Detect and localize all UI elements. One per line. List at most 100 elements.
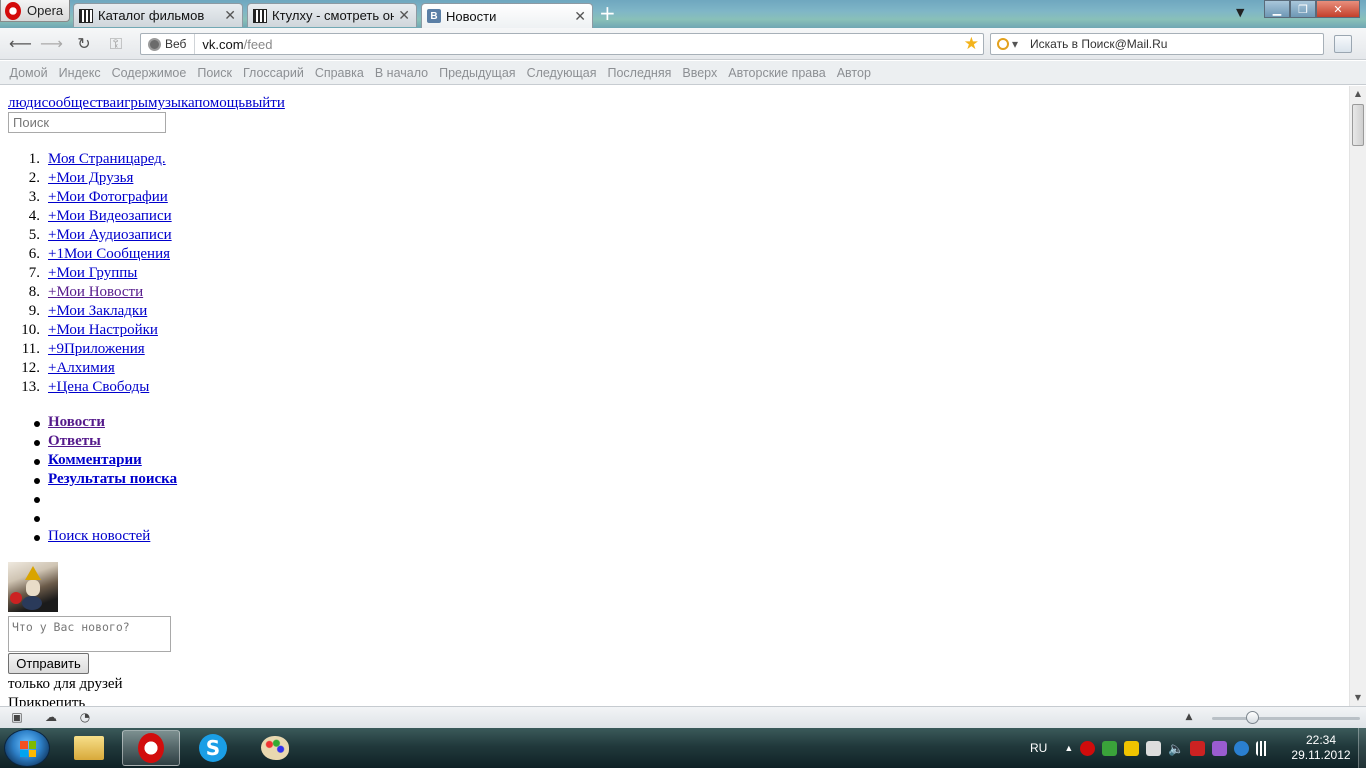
forward-button[interactable]: ⟶	[40, 34, 63, 54]
search-engine-field[interactable]: ▾ Искать в Поиск@Mail.Ru	[990, 33, 1324, 55]
link-help[interactable]: Справка	[309, 66, 369, 80]
network-globe-tray-icon[interactable]	[1234, 740, 1250, 756]
panel-toggle-icon[interactable]: ▣	[9, 711, 25, 724]
clock[interactable]: 22:34 29.11.2012	[1284, 733, 1358, 763]
taskbar-opera[interactable]	[122, 730, 180, 766]
link-author[interactable]: Автор	[831, 66, 876, 80]
taskbar-paint[interactable]	[246, 730, 304, 766]
tab-list-chevron-icon[interactable]: ▼	[1236, 6, 1244, 19]
menu-link-groups[interactable]: +Мои Группы	[48, 265, 137, 282]
top-navigation-links[interactable]: людисообществаигрымузыкапомощьвыйти	[8, 95, 285, 112]
close-window-button[interactable]: ✕	[1316, 0, 1360, 18]
feed-tab-comments[interactable]: Комментарии	[48, 452, 142, 469]
close-tab-icon[interactable]: ✕	[574, 8, 586, 25]
app-tray-icon[interactable]	[1212, 740, 1228, 756]
link-home[interactable]: Домой	[4, 66, 53, 80]
feed-tab-news-search[interactable]: Поиск новостей	[48, 528, 150, 545]
list-item: 10. +Мои Настройки	[0, 321, 400, 340]
signal-bars-icon[interactable]	[1256, 740, 1272, 756]
link-contents[interactable]: Содержимое	[106, 66, 192, 80]
menu-link-messages[interactable]: +1Мои Сообщения	[48, 246, 170, 263]
zoom-slider-thumb[interactable]	[1246, 711, 1259, 724]
menu-link-my-page[interactable]: Моя Страницаред.	[48, 151, 166, 168]
menu-link-news[interactable]: +Мои Новости	[48, 284, 143, 301]
link-next[interactable]: Следующая	[521, 66, 602, 80]
close-tab-icon[interactable]: ✕	[398, 7, 410, 24]
security-badge[interactable]: Веб	[141, 34, 196, 54]
bullet	[34, 497, 40, 503]
attach-link[interactable]: Прикрепить	[8, 695, 85, 706]
menu-link-videos[interactable]: +Мои Видеозаписи	[48, 208, 172, 225]
menu-link-alchemy[interactable]: +Алхимия	[48, 360, 115, 377]
address-bar[interactable]: Веб vk.com/feed ★	[140, 33, 984, 55]
scrollbar-thumb[interactable]	[1352, 104, 1364, 146]
menu-link-bookmarks[interactable]: +Мои Закладки	[48, 303, 147, 320]
globe-icon	[148, 37, 161, 51]
url-field[interactable]: vk.com/feed	[195, 37, 963, 52]
list-number: 6.	[28, 246, 40, 262]
reload-button[interactable]: ↻	[73, 34, 95, 54]
link-first[interactable]: В начало	[369, 66, 433, 80]
vk-search-input[interactable]: Поиск	[8, 112, 166, 133]
menu-link-friends[interactable]: +Мои Друзья	[48, 170, 133, 187]
opera-menu-button[interactable]: Opera	[0, 0, 70, 22]
link-last[interactable]: Последняя	[602, 66, 677, 80]
wand-key-icon[interactable]: ⚿	[105, 34, 127, 54]
tab-cthulhu[interactable]: Ктулху - смотреть онл... ✕	[247, 3, 417, 27]
link-search[interactable]: Поиск	[192, 66, 238, 80]
back-button[interactable]: ⟵	[9, 34, 32, 54]
list-number: 3.	[28, 189, 40, 205]
maximize-button[interactable]: ❐	[1290, 0, 1316, 18]
device-tray-icon[interactable]	[1190, 740, 1206, 756]
menu-link-photos[interactable]: +Мои Фотографии	[48, 189, 168, 206]
feed-tab-news[interactable]: Новости	[48, 414, 105, 431]
post-textarea[interactable]: Что у Вас нового?	[8, 616, 171, 652]
taskbar-explorer[interactable]	[60, 730, 118, 766]
menu-link-settings[interactable]: +Мои Настройки	[48, 322, 158, 339]
list-item: Поиск новостей	[0, 527, 400, 546]
turbo-speedometer-icon[interactable]: ◔	[77, 711, 93, 724]
avatar[interactable]	[8, 562, 58, 612]
vertical-scrollbar[interactable]: ▲ ▼	[1349, 86, 1366, 706]
skype-icon: S	[199, 734, 227, 762]
send-button[interactable]: Отправить	[8, 653, 89, 674]
show-desktop-button[interactable]	[1358, 728, 1366, 768]
opera-tray-icon[interactable]	[1080, 740, 1096, 756]
scroll-up-arrow-icon[interactable]: ▲	[1350, 86, 1366, 102]
menu-link-apps[interactable]: +9Приложения	[48, 341, 145, 358]
link-index[interactable]: Индекс	[53, 66, 106, 80]
tab-catalog[interactable]: Каталог фильмов ✕	[73, 3, 243, 27]
link-copyright[interactable]: Авторские права	[723, 66, 831, 80]
clapperboard-icon	[253, 8, 267, 23]
link-previous[interactable]: Предыдущая	[434, 66, 521, 80]
language-indicator[interactable]: RU	[1030, 741, 1047, 755]
tab-news[interactable]: В Новости ✕	[421, 3, 593, 28]
tray-expand-arrow-icon[interactable]: ▲	[1064, 743, 1073, 753]
zoom-up-arrow-icon[interactable]: ▲	[1181, 711, 1197, 724]
opera-unite-cloud-icon[interactable]: ☁	[43, 711, 59, 724]
shield-tray-icon[interactable]	[1102, 740, 1118, 756]
zoom-slider-track[interactable]	[1212, 717, 1360, 720]
menu-link-audio[interactable]: +Мои Аудиозаписи	[48, 227, 172, 244]
close-tab-icon[interactable]: ✕	[224, 7, 236, 24]
menu-link-price-of-freedom[interactable]: +Цена Свободы	[48, 379, 149, 396]
start-button[interactable]	[4, 729, 50, 767]
feed-tab-search-results[interactable]: Результаты поиска	[48, 471, 177, 488]
feed-tab-answers[interactable]: Ответы	[48, 433, 101, 450]
new-tab-button[interactable]: +	[599, 3, 616, 23]
folder-sync-tray-icon[interactable]	[1124, 740, 1140, 756]
link-up[interactable]: Вверх	[677, 66, 723, 80]
taskbar-skype[interactable]: S	[184, 730, 242, 766]
page-menu-button[interactable]	[1334, 35, 1352, 53]
tab-strip: Opera Каталог фильмов ✕ Ктулху - смотрет…	[0, 0, 1366, 28]
security-badge-label: Веб	[165, 37, 187, 51]
link-glossary[interactable]: Глоссарий	[237, 66, 309, 80]
scroll-down-arrow-icon[interactable]: ▼	[1350, 690, 1366, 706]
search-engine-selector[interactable]: ▾	[991, 37, 1024, 51]
minimize-button[interactable]: ▁	[1264, 0, 1290, 18]
bookmark-star-icon[interactable]: ★	[964, 34, 983, 54]
friends-only-option[interactable]: только для друзей	[8, 676, 123, 693]
volume-icon[interactable]: 🔈	[1168, 741, 1184, 756]
action-center-flag-icon[interactable]	[1146, 740, 1162, 756]
chevron-down-icon: ▾	[1012, 37, 1019, 51]
